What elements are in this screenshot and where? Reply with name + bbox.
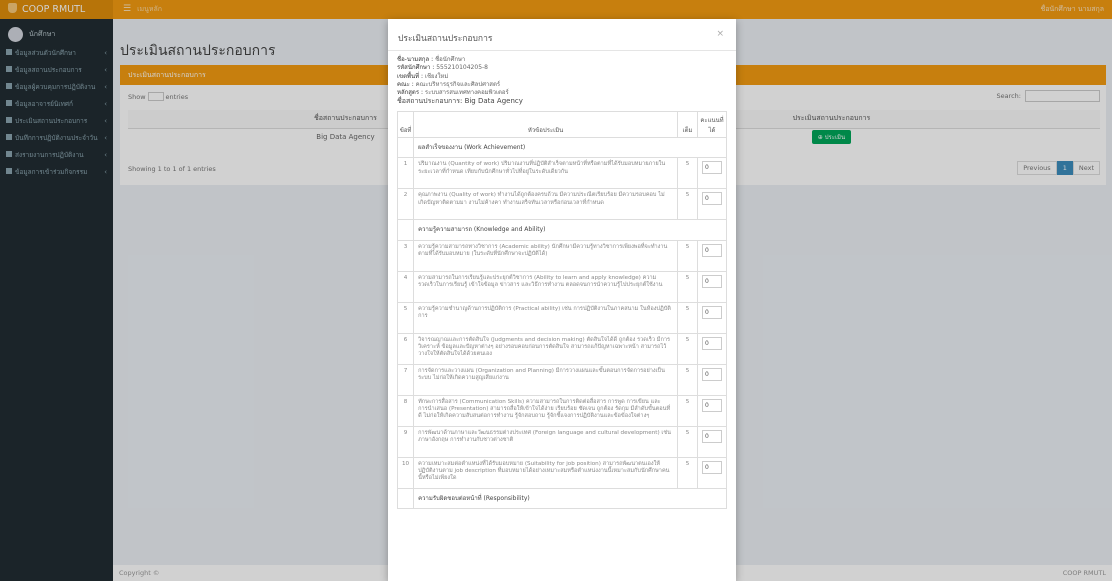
item-full-score: 5 bbox=[677, 239, 698, 272]
score-input[interactable]: 0 bbox=[702, 429, 722, 443]
score-input[interactable]: 0 bbox=[702, 336, 722, 350]
item-number: 4 bbox=[396, 270, 415, 303]
modal-header: ประเมินสถานประกอบการ × bbox=[388, 19, 736, 51]
table-row: 7 การจัดการและวางแผน (Organization and Pl… bbox=[396, 363, 727, 396]
item-full-score: 5 bbox=[677, 301, 698, 334]
assessment-table: ข้อที่ หัวข้อประเมิน เต็ม คะแนนที่ได้ ผล… bbox=[396, 110, 727, 510]
info-key: ชื่อสถานประกอบการ: bbox=[397, 97, 463, 106]
table-row: 4 ความสามารถในการเรียนรู้และประยุกต์วิชาก… bbox=[396, 270, 727, 303]
table-row: 1 ปริมาณงาน (Quantity of work) ปริมาณงานท… bbox=[396, 157, 727, 190]
item-score-cell: 0 bbox=[697, 332, 727, 365]
table-row: 9 การพัฒนาด้านภาษาและวัฒนธรรมต่างประเทศ (… bbox=[396, 425, 727, 458]
item-score-cell: 0 bbox=[697, 239, 727, 272]
item-score-cell: 0 bbox=[697, 456, 727, 489]
item-score-cell: 0 bbox=[697, 270, 727, 303]
column-header-item: หัวข้อประเมิน bbox=[413, 110, 678, 138]
item-number: 7 bbox=[396, 363, 415, 396]
item-number: 1 bbox=[396, 157, 415, 190]
item-full-score: 5 bbox=[677, 157, 698, 190]
info-key: หลักสูตร : bbox=[397, 89, 423, 97]
item-description: ปริมาณงาน (Quantity of work) ปริมาณงานที… bbox=[413, 157, 678, 190]
item-number: 5 bbox=[396, 301, 415, 334]
item-full-score: 5 bbox=[677, 394, 698, 427]
info-name: ชื่อ-นามสกุล : ชื่อนักศึกษา bbox=[397, 56, 727, 64]
item-full-score: 5 bbox=[677, 332, 698, 365]
item-description: ความสามารถในการเรียนรู้และประยุกต์วิชากา… bbox=[413, 270, 678, 303]
section-title: ความรู้ความสามารถ (Knowledge and Ability… bbox=[413, 219, 727, 241]
info-value: Big Data Agency bbox=[464, 97, 523, 106]
item-number: 2 bbox=[396, 188, 415, 221]
item-description: คุณภาพงาน (Quality of work) ทำงานได้ถูกต… bbox=[413, 188, 678, 221]
score-input[interactable]: 0 bbox=[702, 460, 722, 474]
table-row: 5 ความรู้ความชำนาญด้านการปฏิบัติการ (Prac… bbox=[396, 301, 727, 334]
item-description: ทักษะการสื่อสาร (Communication Skills) ค… bbox=[413, 394, 678, 427]
info-key: ชื่อ-นามสกุล : bbox=[397, 56, 434, 63]
item-description: วิจารณญาณและการตัดสินใจ (Judgments and d… bbox=[413, 332, 678, 365]
info-value: 555210104205-8 bbox=[436, 64, 488, 72]
section-title: ผลสำเร็จของงาน (Work Achievement) bbox=[413, 136, 727, 159]
item-description: ความรู้ความชำนาญด้านการปฏิบัติการ (Pract… bbox=[413, 301, 678, 334]
section-row: ผลสำเร็จของงาน (Work Achievement) bbox=[396, 136, 727, 159]
column-header-score: คะแนนที่ได้ bbox=[697, 110, 727, 138]
table-row: 10 ความเหมาะสมต่อตำแหน่งที่ได้รับมอบหมาย … bbox=[396, 456, 727, 489]
assessment-header-row: ข้อที่ หัวข้อประเมิน เต็ม คะแนนที่ได้ bbox=[396, 110, 727, 138]
item-description: การพัฒนาด้านภาษาและวัฒนธรรมต่างประเทศ (F… bbox=[413, 425, 678, 458]
section-title: ความรับผิดชอบต่อหน้าที่ (Responsibility) bbox=[413, 487, 727, 510]
table-row: 3 ความรู้ความสามารถทางวิชาการ (Academic a… bbox=[396, 239, 727, 272]
assessment-modal: ประเมินสถานประกอบการ × ชื่อ-นามสกุล : ชื… bbox=[388, 19, 736, 581]
info-key: เขตพื้นที่ : bbox=[397, 72, 423, 80]
close-icon[interactable]: × bbox=[716, 29, 724, 39]
info-value: เชียงใหม่ bbox=[424, 72, 449, 80]
info-key: รหัสนักศึกษา : bbox=[397, 64, 435, 72]
info-campus: เขตพื้นที่ : เชียงใหม่ bbox=[397, 73, 727, 81]
item-score-cell: 0 bbox=[697, 425, 727, 458]
section-row: ความรับผิดชอบต่อหน้าที่ (Responsibility) bbox=[396, 487, 727, 510]
score-input[interactable]: 0 bbox=[702, 305, 722, 319]
info-faculty: คณะ : คณะบริหารธุรกิจและศิลปศาสตร์ bbox=[397, 81, 727, 89]
section-blank-cell bbox=[396, 219, 415, 241]
table-row: 6 วิจารณญาณและการตัดสินใจ (Judgments and … bbox=[396, 332, 727, 365]
table-row: 8 ทักษะการสื่อสาร (Communication Skills) … bbox=[396, 394, 727, 427]
score-input[interactable]: 0 bbox=[702, 192, 722, 206]
score-input[interactable]: 0 bbox=[702, 243, 722, 257]
item-full-score: 5 bbox=[677, 270, 698, 303]
item-full-score: 5 bbox=[677, 456, 698, 489]
item-number: 10 bbox=[396, 456, 415, 489]
section-blank-cell bbox=[396, 487, 415, 510]
item-score-cell: 0 bbox=[697, 394, 727, 427]
info-value: คณะบริหารธุรกิจและศิลปศาสตร์ bbox=[415, 80, 501, 88]
column-header-no: ข้อที่ bbox=[396, 110, 415, 138]
item-number: 9 bbox=[396, 425, 415, 458]
item-number: 6 bbox=[396, 332, 415, 365]
section-row: ความรู้ความสามารถ (Knowledge and Ability… bbox=[396, 219, 727, 241]
item-score-cell: 0 bbox=[697, 301, 727, 334]
student-info: ชื่อ-นามสกุล : ชื่อนักศึกษา รหัสนักศึกษา… bbox=[388, 51, 736, 109]
score-input[interactable]: 0 bbox=[702, 161, 722, 175]
info-key: คณะ : bbox=[397, 80, 414, 88]
item-number: 8 bbox=[396, 394, 415, 427]
assessment-body: ผลสำเร็จของงาน (Work Achievement) 1 ปริมาณ… bbox=[396, 136, 727, 510]
modal-title: ประเมินสถานประกอบการ bbox=[398, 34, 493, 44]
table-row: 2 คุณภาพงาน (Quality of work) ทำงานได้ถูก… bbox=[396, 188, 727, 221]
item-number: 3 bbox=[396, 239, 415, 272]
item-description: ความเหมาะสมต่อตำแหน่งที่ได้รับมอบหมาย (S… bbox=[413, 456, 678, 489]
score-input[interactable]: 0 bbox=[702, 398, 722, 412]
info-company: ชื่อสถานประกอบการ: Big Data Agency bbox=[397, 97, 727, 105]
item-score-cell: 0 bbox=[697, 363, 727, 396]
item-full-score: 5 bbox=[677, 188, 698, 221]
score-input[interactable]: 0 bbox=[702, 274, 722, 288]
item-score-cell: 0 bbox=[697, 157, 727, 190]
info-value: ระบบสารสนเทศทางคอมพิวเตอร์ bbox=[424, 89, 509, 97]
info-value: ชื่อนักศึกษา bbox=[435, 56, 466, 63]
item-full-score: 5 bbox=[677, 425, 698, 458]
column-header-full: เต็ม bbox=[677, 110, 698, 138]
info-student-id: รหัสนักศึกษา : 555210104205-8 bbox=[397, 64, 727, 72]
item-description: ความรู้ความสามารถทางวิชาการ (Academic ab… bbox=[413, 239, 678, 272]
item-description: การจัดการและวางแผน (Organization and Pla… bbox=[413, 363, 678, 396]
section-blank-cell bbox=[396, 136, 415, 159]
item-full-score: 5 bbox=[677, 363, 698, 396]
item-score-cell: 0 bbox=[697, 188, 727, 221]
score-input[interactable]: 0 bbox=[702, 367, 722, 381]
